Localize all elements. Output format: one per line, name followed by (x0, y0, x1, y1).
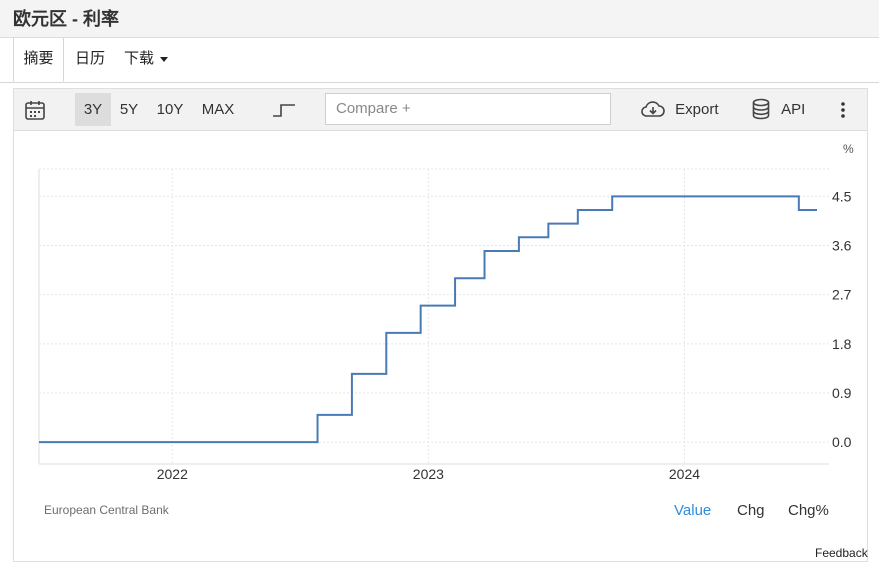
y-tick-label: 1.8 (832, 336, 852, 352)
x-tick-label: 2024 (669, 466, 700, 482)
y-tick-label: 2.7 (832, 287, 852, 303)
grid-layer (38, 168, 829, 465)
x-tick-label: 2022 (157, 466, 188, 482)
y-unit-label: % (843, 142, 854, 156)
x-tick-label: 2023 (413, 466, 444, 482)
y-tick-label: 0.0 (832, 434, 852, 450)
y-tick-label: 3.6 (832, 237, 852, 253)
mode-value-button[interactable]: Value (674, 502, 711, 519)
y-tick-label: 0.9 (832, 385, 852, 401)
feedback-link[interactable]: Feedback (815, 546, 868, 560)
mode-chg-pct-button[interactable]: Chg% (788, 502, 829, 519)
label-layer: 0.0 0.9 1.8 2.7 3.6 4.5% 2022 2023 2024 (157, 142, 854, 482)
y-tick-label: 4.5 (832, 188, 852, 204)
mode-chg-button[interactable]: Chg (737, 502, 765, 519)
data-source: European Central Bank (44, 503, 169, 517)
rate-chart: 0.0 0.9 1.8 2.7 3.6 4.5% 2022 2023 2024 (38, 142, 854, 482)
